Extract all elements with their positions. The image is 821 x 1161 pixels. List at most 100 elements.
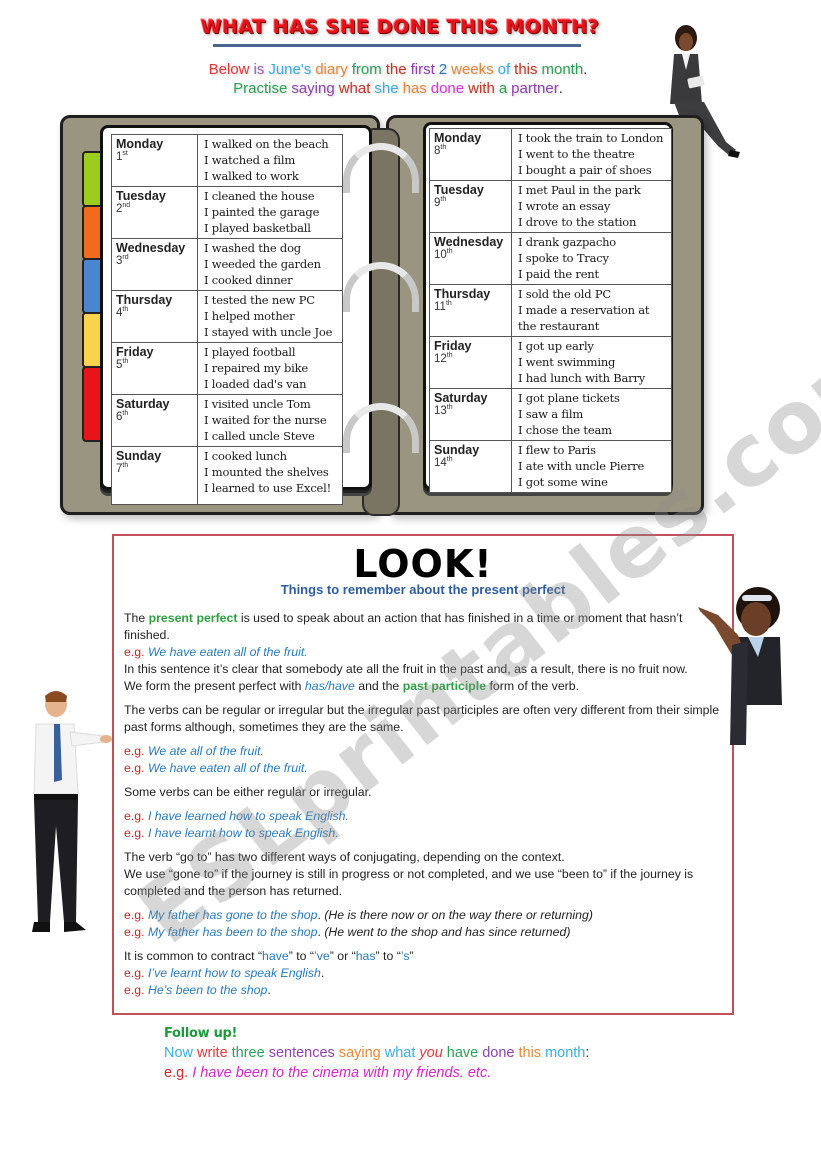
week-1-table: Monday 1st I walked on the beach I watched … bbox=[111, 134, 343, 505]
day-cell: Saturday 6th bbox=[111, 394, 198, 447]
activity: I called uncle Steve bbox=[204, 429, 315, 443]
word: with bbox=[468, 80, 495, 97]
paragraph-definition: The present perfect is used to speak abo… bbox=[124, 611, 688, 693]
activity: I cooked dinner bbox=[204, 273, 293, 287]
activity: I got up early bbox=[518, 339, 594, 353]
activity: I went swimming bbox=[518, 355, 616, 369]
look-subtitle: Things to remember about the present per… bbox=[280, 582, 566, 597]
day-name: Sunday bbox=[116, 449, 162, 463]
activity: I saw a film bbox=[518, 407, 584, 421]
pointing-woman-illustration bbox=[698, 587, 782, 745]
activity: I ate with uncle Pierre bbox=[518, 459, 645, 473]
day-date: 5th bbox=[116, 358, 129, 371]
word: diary bbox=[315, 61, 348, 78]
paragraph-contractions: It is common to contract “have” to “’ve”… bbox=[124, 949, 414, 997]
activities-cell: I visited uncle Tom I waited for the nurs… bbox=[197, 394, 343, 447]
diary-day-row: Monday 8th I took the train to London I wen… bbox=[429, 128, 672, 181]
diary-day-row: Friday 12th I got up early I went swimming I… bbox=[429, 336, 672, 389]
word: what bbox=[338, 80, 371, 97]
intro-text: Below is June's diary from the first 2 weeks of th… bbox=[150, 60, 650, 98]
activities-cell: I washed the dog I weeded the garden I coo… bbox=[197, 238, 343, 291]
day-cell: Saturday 13th bbox=[429, 388, 512, 441]
activity: I chose the team bbox=[518, 423, 612, 437]
activity: the restaurant bbox=[518, 319, 600, 333]
look-title: LOOK! bbox=[353, 542, 493, 586]
follow-up-instruction: Now write three sentences saying what you have d… bbox=[164, 1045, 593, 1061]
word: of bbox=[497, 61, 511, 78]
day-name: Saturday bbox=[434, 391, 488, 405]
day-cell: Monday 8th bbox=[429, 128, 512, 181]
word: done bbox=[482, 1045, 515, 1061]
intro-line-1: Below is June's diary from the first 2 weeks of th… bbox=[150, 60, 650, 79]
day-cell: Thursday 4th bbox=[111, 290, 198, 343]
day-name: Monday bbox=[434, 131, 482, 145]
activities-cell: I got up early I went swimming I had lunch… bbox=[511, 336, 672, 389]
activity: I got plane tickets bbox=[518, 391, 620, 405]
paragraph-either: Some verbs can be either regular or irre… bbox=[124, 785, 372, 799]
term-present-perfect: present perfect bbox=[148, 611, 238, 625]
word: : bbox=[585, 1045, 590, 1061]
activity: I repaired my bike bbox=[204, 361, 308, 375]
day-cell: Tuesday 9th bbox=[429, 180, 512, 233]
word: a bbox=[498, 80, 508, 97]
activity: I mounted the shelves bbox=[204, 465, 329, 479]
activity: I visited uncle Tom bbox=[204, 397, 311, 411]
activity: I flew to Paris bbox=[518, 443, 596, 457]
activity: I paid the rent bbox=[518, 267, 599, 281]
day-date: 11th bbox=[434, 300, 452, 313]
word: first bbox=[410, 61, 435, 78]
activity: I drove to the station bbox=[518, 215, 637, 229]
activity: I had lunch with Barry bbox=[518, 371, 646, 385]
diary-day-row: Wednesday 3rd I washed the dog I weeded the… bbox=[111, 238, 343, 291]
diary-day-row: Tuesday 2nd I cleaned the house I painted t… bbox=[111, 186, 343, 239]
word: saying bbox=[291, 80, 335, 97]
day-name: Sunday bbox=[434, 443, 480, 457]
activity: I loaded dad's van bbox=[204, 377, 307, 391]
activity: I spoke to Tracy bbox=[518, 251, 609, 265]
day-cell: Sunday 7th bbox=[111, 446, 198, 505]
diary-day-row: Monday 1st I walked on the beach I watched … bbox=[111, 134, 343, 187]
follow-up-example: e.g. I have been to the cinema with my f… bbox=[164, 1065, 492, 1081]
day-cell: Wednesday 10th bbox=[429, 232, 512, 285]
activities-cell: I got plane tickets I saw a film I chose t… bbox=[511, 388, 672, 441]
word: is bbox=[253, 61, 265, 78]
day-name: Friday bbox=[434, 339, 472, 353]
activity: I painted the garage bbox=[204, 205, 320, 219]
activity: I cleaned the house bbox=[204, 189, 315, 203]
worksheet-title: WHAT HAS SHE DONE THIS MONTH? bbox=[200, 16, 600, 38]
day-cell: Friday 12th bbox=[429, 336, 512, 389]
day-date: 10th bbox=[434, 248, 453, 261]
activity: I walked to work bbox=[204, 169, 299, 183]
diary-day-row: Tuesday 9th I met Paul in the park I wrote … bbox=[429, 180, 672, 233]
activity: I waited for the nurse bbox=[204, 413, 327, 427]
activity: I bought a pair of shoes bbox=[518, 163, 652, 177]
word: month bbox=[545, 1045, 586, 1061]
day-date: 4th bbox=[116, 306, 129, 319]
pointing-man-illustration bbox=[32, 691, 112, 932]
activity: I walked on the beach bbox=[204, 137, 329, 151]
activity: I played football bbox=[204, 345, 296, 359]
word: has bbox=[402, 80, 427, 97]
day-name: Tuesday bbox=[434, 183, 484, 197]
activity: I washed the dog bbox=[204, 241, 301, 255]
activities-cell: I sold the old PC I made a reservation at… bbox=[511, 284, 672, 337]
day-name: Wednesday bbox=[116, 241, 186, 255]
activity: I sold the old PC bbox=[518, 287, 611, 301]
word: this bbox=[518, 1045, 542, 1061]
word: you bbox=[419, 1045, 443, 1061]
activity: I got some wine bbox=[518, 475, 608, 489]
examples-ate-eaten: e.g. We ate all of the fruit. e.g. We ha… bbox=[124, 744, 308, 775]
word: saying bbox=[338, 1045, 381, 1061]
day-date: 9th bbox=[434, 196, 447, 209]
diary-page-week-1: Monday 1st I walked on the beach I watched … bbox=[100, 125, 372, 505]
week-2-table: Monday 8th I took the train to London I wen… bbox=[429, 128, 672, 493]
activity: I cooked lunch bbox=[204, 449, 287, 463]
activity: I weeded the garden bbox=[204, 257, 321, 271]
activity: I made a reservation at bbox=[518, 303, 650, 317]
activity: I played basketball bbox=[204, 221, 311, 235]
word: write bbox=[197, 1045, 228, 1061]
word: the bbox=[385, 61, 407, 78]
diary-day-row: Saturday 6th I visited uncle Tom I waited f… bbox=[111, 394, 343, 447]
activities-cell: I met Paul in the park I wrote an essay I … bbox=[511, 180, 672, 233]
diary-day-row: Sunday 14th I flew to Paris I ate with uncl… bbox=[429, 440, 672, 493]
